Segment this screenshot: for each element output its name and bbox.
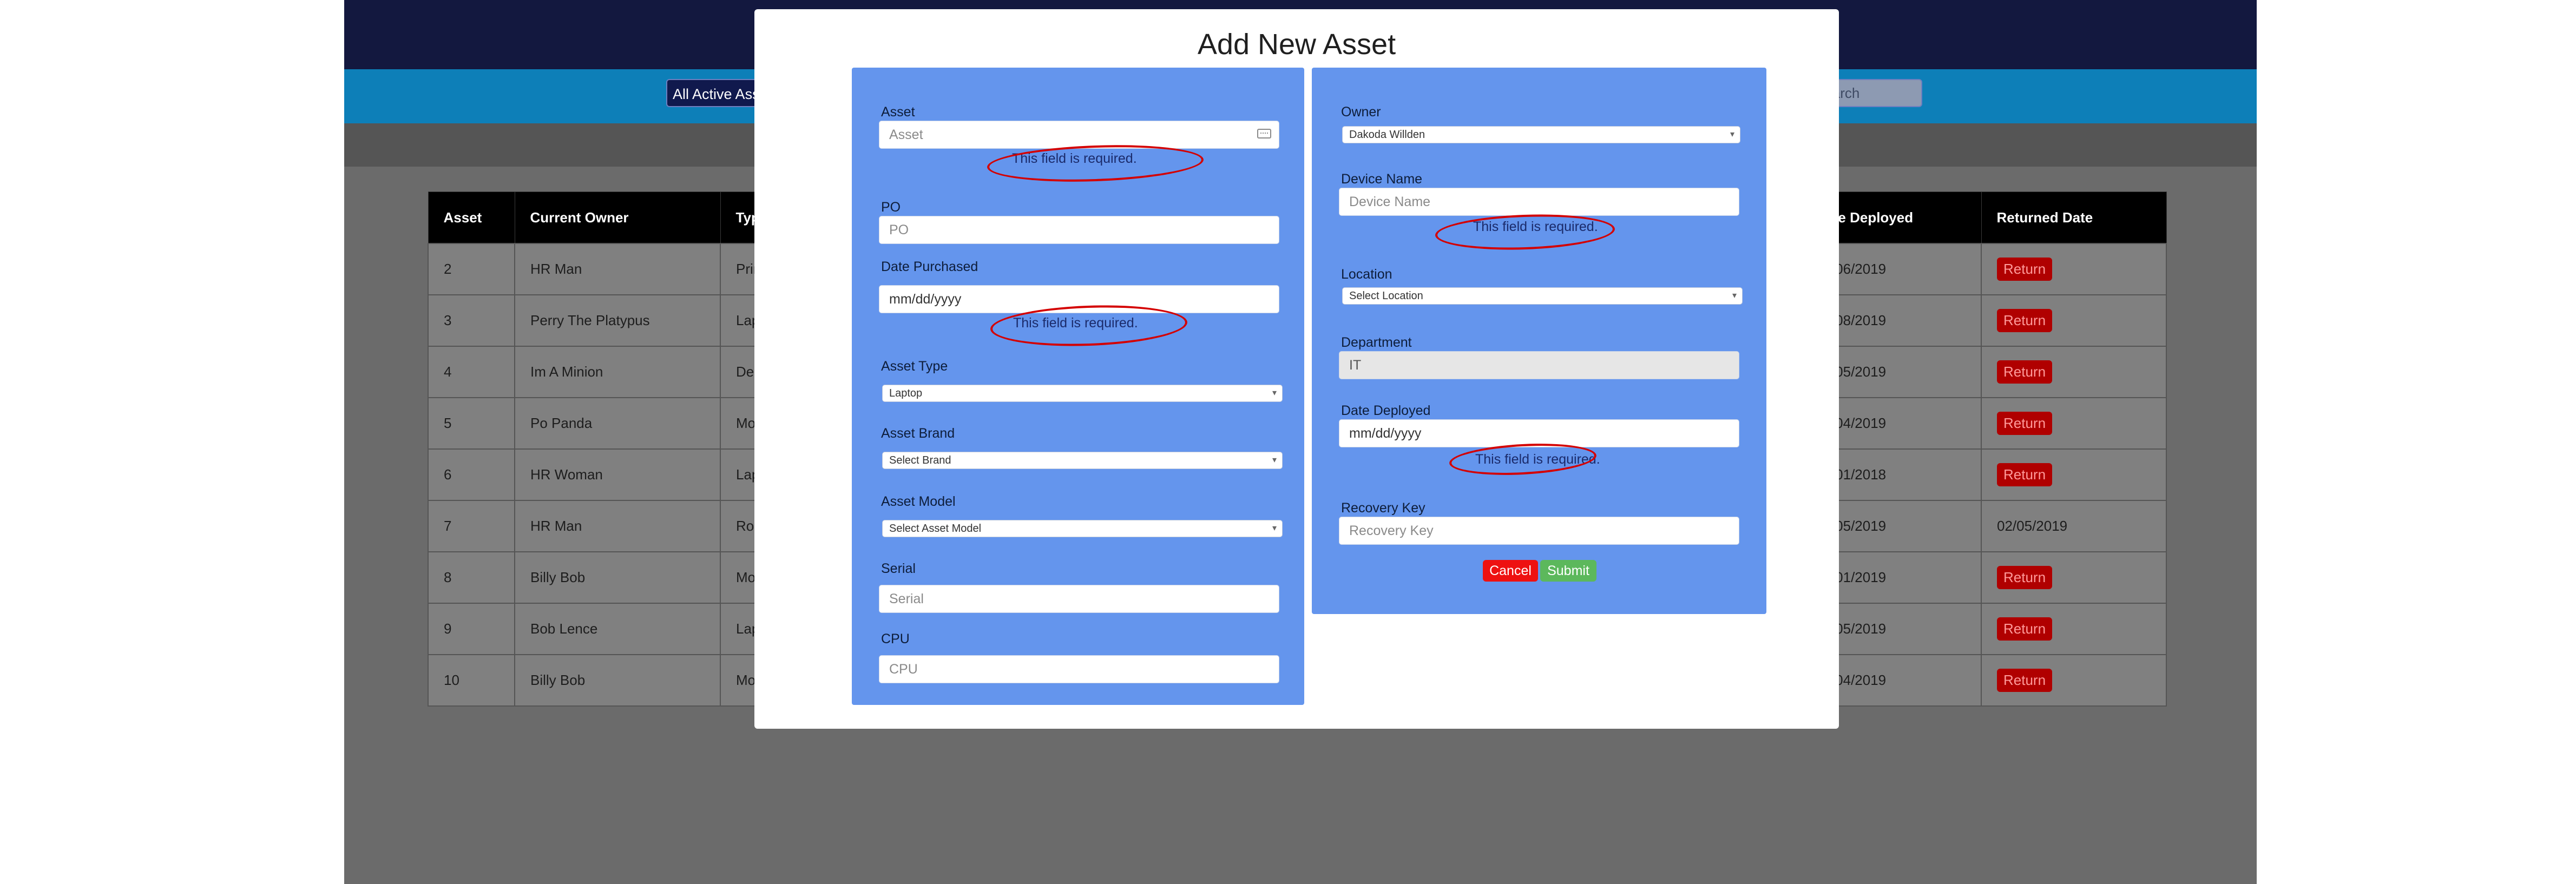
department-label: Department	[1341, 335, 1412, 350]
recovery-key-label: Recovery Key	[1341, 500, 1425, 516]
recovery-key-input[interactable]: Recovery Key	[1339, 517, 1739, 545]
return-button[interactable]: Return	[1997, 360, 2053, 384]
asset-filter-select[interactable]: All Active Assets	[666, 79, 764, 107]
return-button[interactable]: Return	[1997, 617, 2053, 641]
chevron-down-icon: ▾	[1272, 388, 1277, 398]
owner-label: Owner	[1341, 104, 1381, 120]
owner-value: Dakoda Willden	[1349, 129, 1425, 141]
col-returned-date[interactable]: Returned Date	[1981, 192, 2167, 244]
location-select[interactable]: Select Location ▾	[1342, 287, 1743, 305]
cell-asset: 10	[428, 654, 515, 707]
left-form-panel: Asset Asset This field is required. PO P…	[852, 68, 1304, 705]
department-input: IT	[1339, 351, 1739, 379]
cell-owner: Bob Lence	[514, 603, 721, 655]
chevron-down-icon: ▾	[1730, 130, 1734, 139]
return-button[interactable]: Return	[1997, 258, 2053, 281]
cell-returned: Return	[1981, 294, 2167, 347]
cell-returned: Return	[1981, 346, 2167, 398]
serial-label: Serial	[881, 561, 916, 576]
cell-asset: 2	[428, 243, 515, 295]
return-button[interactable]: Return	[1997, 412, 2053, 435]
cell-owner: Billy Bob	[514, 654, 721, 707]
cell-returned: Return	[1981, 243, 2167, 295]
asset-type-value: Laptop	[889, 387, 923, 399]
asset-brand-label: Asset Brand	[881, 426, 955, 441]
po-label: PO	[881, 200, 901, 215]
add-asset-modal: Add New Asset Asset Asset This field is …	[754, 9, 1839, 729]
cell-owner: HR Man	[514, 243, 721, 295]
cell-asset: 8	[428, 551, 515, 604]
cell-owner: HR Woman	[514, 448, 721, 501]
chevron-down-icon: ▾	[1272, 456, 1277, 465]
cell-owner: Im A Minion	[514, 346, 721, 398]
chevron-down-icon: ▾	[1732, 291, 1737, 300]
return-button[interactable]: Return	[1997, 669, 2053, 692]
right-form-panel: Owner Dakoda Willden ▾ Device Name Devic…	[1312, 68, 1766, 614]
serial-input[interactable]: Serial	[879, 585, 1279, 613]
cell-returned: Return	[1981, 603, 2167, 655]
modal-title: Add New Asset	[1197, 28, 1396, 61]
cell-returned: Return	[1981, 397, 2167, 450]
cell-returned: Return	[1981, 654, 2167, 707]
location-label: Location	[1341, 267, 1392, 282]
asset-type-label: Asset Type	[881, 359, 948, 374]
cancel-button[interactable]: Cancel	[1483, 560, 1538, 582]
asset-input[interactable]: Asset	[879, 121, 1279, 149]
device-name-label: Device Name	[1341, 171, 1423, 187]
return-button[interactable]: Return	[1997, 566, 2053, 589]
cell-asset: 5	[428, 397, 515, 450]
asset-brand-select[interactable]: Select Brand ▾	[882, 452, 1283, 469]
cell-owner: Billy Bob	[514, 551, 721, 604]
cell-asset: 7	[428, 500, 515, 552]
cell-returned: Return	[1981, 551, 2167, 604]
asset-input-placeholder: Asset	[889, 127, 923, 142]
asset-model-select[interactable]: Select Asset Model ▾	[882, 520, 1283, 537]
asset-type-select[interactable]: Laptop ▾	[882, 385, 1283, 402]
cell-owner: HR Man	[514, 500, 721, 552]
device-name-input[interactable]: Device Name	[1339, 188, 1739, 216]
cell-returned: Return	[1981, 448, 2167, 501]
cell-owner: Perry The Platypus	[514, 294, 721, 347]
return-button[interactable]: Return	[1997, 309, 2053, 332]
location-value: Select Location	[1349, 290, 1423, 302]
cell-asset: 6	[428, 448, 515, 501]
keyboard-icon	[1257, 129, 1271, 138]
submit-button[interactable]: Submit	[1540, 560, 1596, 582]
col-current-owner[interactable]: Current Owner	[514, 192, 721, 244]
cpu-label: CPU	[881, 631, 910, 646]
chevron-down-icon: ▾	[1272, 524, 1277, 533]
asset-model-label: Asset Model	[881, 494, 956, 509]
date-purchased-label: Date Purchased	[881, 259, 978, 274]
col-asset[interactable]: Asset	[428, 192, 515, 244]
owner-select[interactable]: Dakoda Willden ▾	[1342, 126, 1740, 143]
cell-asset: 3	[428, 294, 515, 347]
date-deployed-label: Date Deployed	[1341, 403, 1431, 418]
return-button[interactable]: Return	[1997, 463, 2053, 486]
cell-returned: 02/05/2019	[1981, 500, 2167, 552]
cell-asset: 9	[428, 603, 515, 655]
annotation-circle	[1434, 212, 1616, 253]
cell-asset: 4	[428, 346, 515, 398]
asset-model-value: Select Asset Model	[889, 523, 982, 535]
cell-owner: Po Panda	[514, 397, 721, 450]
cpu-input[interactable]: CPU	[879, 655, 1279, 683]
asset-brand-value: Select Brand	[889, 454, 951, 466]
asset-label: Asset	[881, 104, 915, 120]
po-input[interactable]: PO	[879, 216, 1279, 244]
